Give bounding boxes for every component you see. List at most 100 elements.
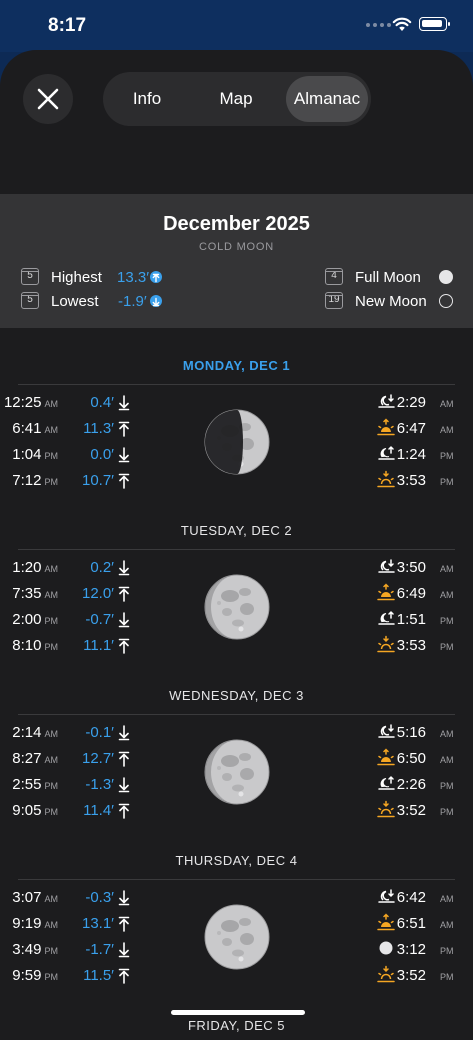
tide-time: 1:04 PM (12, 446, 58, 463)
astro-ampm: PM (440, 807, 454, 817)
sunset-icon (376, 965, 396, 985)
sunset-icon (376, 635, 396, 655)
highest-value: 13.3′ (117, 269, 150, 286)
tide-height: 11.5′ (83, 967, 114, 984)
low-tide-icon (150, 295, 162, 307)
day-heading: FRIDAY, DEC 5 (187, 1018, 286, 1033)
tide-row: 12:25 AM 0.4′ 2:29 AM (0, 394, 473, 420)
sunset-icon (376, 800, 396, 820)
tide-height: -0.3′ (85, 889, 114, 906)
tide-height: 13.1′ (81, 915, 114, 932)
tide-row: 9:19 AM 13.1′ 6:51 AM (0, 913, 473, 941)
tide-ampm: AM (44, 590, 59, 600)
tide-height: -0.7′ (85, 611, 114, 628)
tide-time-value: 2:00 (12, 611, 42, 628)
tide-time-value: 12:25 (3, 394, 42, 411)
tide-height: 0.0′ (90, 446, 114, 463)
new-moon-icon (439, 294, 453, 308)
tide-time: 7:12 PM (12, 472, 58, 489)
moonset-icon (376, 887, 396, 907)
astro-time: 5:16 (396, 724, 426, 741)
low-tide-arrow-icon (118, 612, 130, 628)
moonrise-icon (376, 774, 396, 794)
battery-icon (419, 17, 450, 31)
moonset-icon (376, 392, 396, 412)
tide-time: 7:35 AM (12, 585, 58, 602)
astro-time: 3:52 (396, 967, 426, 984)
tide-time: 3:07 AM (12, 889, 58, 906)
day-heading: TUESDAY, DEC 2 (180, 523, 293, 538)
tide-row: 1:20 AM 0.2′ 3:50 AM (0, 559, 473, 585)
day-heading: MONDAY, DEC 1 (182, 358, 291, 373)
tide-time-value: 3:07 (12, 889, 42, 906)
low-tide-arrow-icon (118, 560, 130, 576)
tide-time: 9:59 PM (12, 967, 58, 984)
day-divider (18, 549, 455, 550)
tide-row: 9:59 PM 11.5′ 3:52 PM (0, 965, 473, 993)
tide-time: 2:55 PM (12, 776, 58, 793)
status-bar: 8:17 (0, 0, 473, 52)
tide-ampm: PM (44, 807, 59, 817)
astro-time: 3:53 (396, 637, 426, 654)
astro-ampm: AM (440, 755, 454, 765)
sunrise-icon (376, 913, 396, 933)
low-tide-arrow-icon (118, 777, 130, 793)
tide-time-value: 1:04 (12, 446, 42, 463)
tide-row: 7:35 AM 12.0′ 6:49 AM (0, 583, 473, 611)
calendar-icon: 5 (21, 292, 39, 309)
tab-info[interactable]: Info (121, 76, 173, 122)
tide-ampm: PM (44, 616, 59, 626)
low-tide-arrow-icon (118, 725, 130, 741)
day-divider (18, 714, 455, 715)
tide-ampm: AM (44, 399, 59, 409)
high-tide-icon (150, 271, 162, 283)
moonset-icon (376, 722, 396, 742)
close-button[interactable] (23, 74, 73, 124)
full-moon-label: Full Moon (355, 269, 421, 286)
astro-ampm: AM (440, 590, 454, 600)
moonset-icon (376, 557, 396, 577)
low-tide-arrow-icon (118, 890, 130, 906)
tide-ampm: AM (44, 729, 59, 739)
astro-ampm: PM (440, 616, 454, 626)
tide-ampm: PM (44, 451, 59, 461)
astro-time: 2:26 (396, 776, 426, 793)
tide-ampm: PM (44, 781, 59, 791)
high-tide-arrow-icon (118, 751, 130, 767)
tide-ampm: PM (44, 642, 59, 652)
astro-time: 6:49 (396, 585, 426, 602)
tide-time: 2:14 AM (12, 724, 58, 741)
tide-ampm: AM (44, 425, 59, 435)
tide-time-value: 2:14 (12, 724, 42, 741)
tide-ampm: AM (44, 564, 59, 574)
tide-row: 2:55 PM -1.3′ 2:26 PM (0, 774, 473, 802)
calendar-icon: 19 (325, 292, 343, 309)
tide-ampm: AM (44, 755, 59, 765)
tide-ampm: PM (44, 477, 59, 487)
high-tide-arrow-icon (118, 968, 130, 984)
tab-almanac[interactable]: Almanac (286, 76, 368, 122)
lowest-value: -1.9′ (118, 293, 147, 310)
full-moon-icon (439, 270, 453, 284)
astro-time: 3:12 (396, 941, 426, 958)
tide-time: 6:41 AM (12, 420, 58, 437)
full-moon-icon (376, 939, 396, 959)
tide-row: 2:00 PM -0.7′ 1:51 PM (0, 610, 473, 637)
astro-ampm: PM (440, 946, 454, 956)
astro-ampm: PM (440, 451, 454, 461)
tide-height: 12.7′ (81, 750, 114, 767)
day-divider (18, 384, 455, 385)
calendar-icon: 5 (21, 268, 39, 285)
tide-time-value: 9:59 (12, 967, 42, 984)
calendar-icon: 4 (325, 268, 343, 285)
lowest-label: Lowest (51, 293, 99, 310)
tide-height: -1.3′ (85, 776, 114, 793)
tide-height: 10.7′ (81, 472, 114, 489)
astro-ampm: AM (440, 894, 454, 904)
tab-map[interactable]: Map (213, 76, 259, 122)
high-tide-arrow-icon (118, 421, 130, 437)
astro-ampm: AM (440, 729, 454, 739)
tide-time: 9:19 AM (12, 915, 58, 932)
tide-time-value: 9:05 (12, 802, 42, 819)
day-heading: THURSDAY, DEC 4 (175, 853, 298, 868)
